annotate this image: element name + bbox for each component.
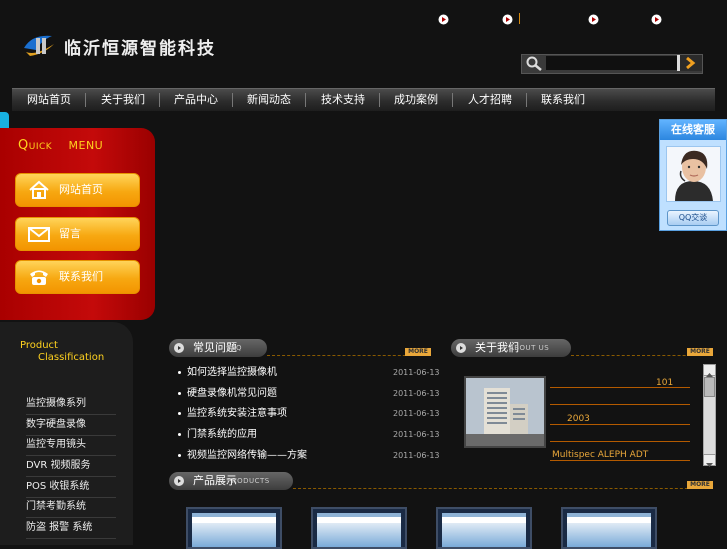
nav-item[interactable]: 成功案例	[391, 89, 441, 111]
search-icon	[524, 55, 544, 72]
faq-title-en: FAQ	[227, 344, 243, 352]
category-item[interactable]: 防盗 报警 系统	[26, 518, 116, 539]
category-item[interactable]: 监控摄像系列	[26, 394, 116, 415]
site-title: 临沂恒源智能科技	[64, 39, 216, 59]
nav-item[interactable]: 产品中心	[171, 89, 221, 111]
company-logo[interactable]	[22, 30, 56, 58]
products-more-link[interactable]: MORE	[687, 481, 713, 489]
about-text: Multispec ALEPH ADT	[552, 450, 649, 460]
faq-date: 2011-06-13	[393, 368, 440, 377]
nav-divider	[305, 93, 306, 107]
about-line	[550, 460, 690, 461]
faq-item[interactable]: 如何选择监控摄像机	[178, 363, 277, 383]
nav-item[interactable]: 人才招聘	[465, 89, 515, 111]
service-agent-avatar	[666, 146, 721, 202]
faq-item[interactable]: 视频监控网络传输——方案	[178, 446, 307, 466]
category-item[interactable]: 监控专用镜头	[26, 435, 116, 456]
nav-divider	[452, 93, 453, 107]
qq-chat-button[interactable]: QQ交谈	[667, 210, 719, 226]
nav-item[interactable]: 联系我们	[538, 89, 588, 111]
faq-item[interactable]: 硬盘录像机常见问题	[178, 384, 277, 404]
faq-item[interactable]: 门禁系统的应用	[178, 425, 257, 445]
home-icon	[28, 180, 50, 200]
products-title-en: PRODUCTS	[227, 477, 270, 485]
top-link-bullet-icon[interactable]	[501, 13, 514, 26]
nav-item[interactable]: 新闻动态	[244, 89, 294, 111]
about-title-en: ABOUT US	[509, 344, 550, 352]
about-more-link[interactable]: MORE	[687, 348, 713, 356]
nav-item[interactable]: 技术支持	[318, 89, 368, 111]
nav-item[interactable]: 关于我们	[98, 89, 148, 111]
quick-home-button[interactable]: 网站首页	[15, 173, 140, 207]
product-thumbnail[interactable]	[561, 507, 657, 549]
about-line	[550, 441, 690, 442]
top-link-bullet-icon[interactable]	[437, 13, 450, 26]
products-header: 产品展示 PRODUCTS	[169, 472, 293, 490]
category-item[interactable]: DVR 视频服务	[26, 456, 116, 477]
arrow-bullet-icon	[174, 476, 184, 486]
about-header: 关于我们 ABOUT US	[451, 339, 571, 357]
nav-divider	[85, 93, 86, 107]
product-thumbnail[interactable]	[311, 507, 407, 549]
company-building-image	[464, 376, 546, 448]
online-service-title: 在线客服	[660, 120, 726, 140]
search-submit-button[interactable]	[677, 55, 702, 71]
quick-contact-button[interactable]: 联系我们	[15, 260, 140, 294]
nav-item[interactable]: 网站首页	[24, 89, 74, 111]
faq-date: 2011-06-13	[393, 389, 440, 398]
product-thumbnail[interactable]	[186, 507, 282, 549]
quick-button-label: 网站首页	[59, 183, 103, 196]
quick-button-label: 联系我们	[59, 270, 103, 283]
products-divider	[293, 488, 713, 489]
mail-icon	[28, 224, 50, 244]
quick-button-label: 留言	[59, 227, 81, 240]
arrow-bullet-icon	[174, 343, 184, 353]
top-link-bullet-icon[interactable]	[650, 13, 663, 26]
about-line	[550, 404, 690, 405]
scroll-up-icon[interactable]	[703, 364, 716, 377]
nav-divider	[526, 93, 527, 107]
arrow-right-icon	[686, 56, 696, 70]
nav-divider	[159, 93, 160, 107]
quick-menu-title: QUICK MENU	[18, 138, 104, 153]
faq-header: 常见问题 FAQ	[169, 339, 267, 357]
nav-divider	[232, 93, 233, 107]
main-nav: 网站首页 关于我们 产品中心 新闻动态 技术支持 成功案例 人才招聘 联系我们	[12, 88, 715, 111]
faq-date: 2011-06-13	[393, 451, 440, 460]
product-classification-title: Product	[20, 340, 58, 351]
category-item[interactable]: POS 收银系统	[26, 477, 116, 498]
about-line	[550, 424, 690, 425]
category-item[interactable]: 门禁考勤系统	[26, 497, 116, 518]
arrow-bullet-icon	[456, 343, 466, 353]
top-link-bullet-icon[interactable]	[587, 13, 600, 26]
scroll-thumb[interactable]	[704, 377, 715, 397]
phone-icon	[28, 267, 50, 287]
nav-divider	[379, 93, 380, 107]
product-classification-subtitle: Classification	[38, 352, 105, 363]
top-link-separator	[519, 13, 520, 24]
faq-date: 2011-06-13	[393, 409, 440, 418]
category-item[interactable]: 数字硬盘录像	[26, 415, 116, 436]
quick-message-button[interactable]: 留言	[15, 217, 140, 251]
faq-more-link[interactable]: MORE	[405, 348, 431, 356]
product-thumbnail[interactable]	[436, 507, 532, 549]
scroll-down-icon[interactable]	[703, 454, 716, 467]
search-input[interactable]	[546, 56, 678, 70]
faq-date: 2011-06-13	[393, 430, 440, 439]
about-text: 2003	[567, 414, 590, 424]
faq-item[interactable]: 监控系统安装注意事项	[178, 404, 287, 424]
about-text: 101	[656, 378, 674, 388]
